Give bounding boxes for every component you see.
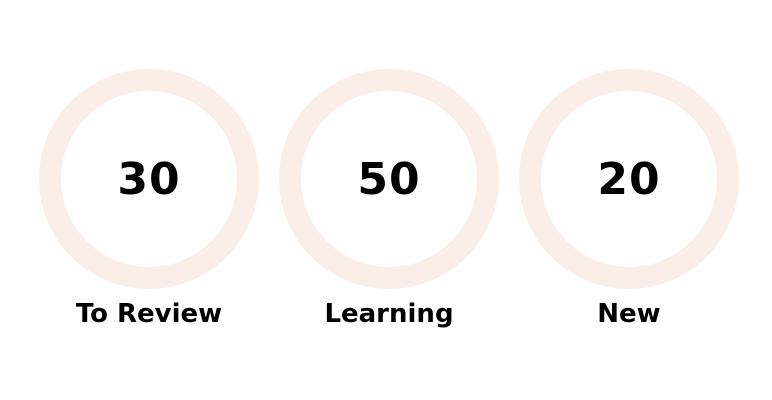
to-review-ring: 30	[38, 68, 260, 290]
review-stats: 30 To Review 50 Learning 20 New	[0, 0, 772, 400]
new-count: 20	[597, 153, 661, 205]
to-review-label: To Review	[75, 299, 223, 329]
to-review-count: 30	[117, 153, 181, 205]
learning-label: Learning	[324, 299, 454, 329]
new-label: New	[597, 299, 661, 329]
new-ring: 20	[518, 68, 740, 290]
learning-count: 50	[357, 153, 421, 205]
learning-ring: 50	[278, 68, 500, 290]
